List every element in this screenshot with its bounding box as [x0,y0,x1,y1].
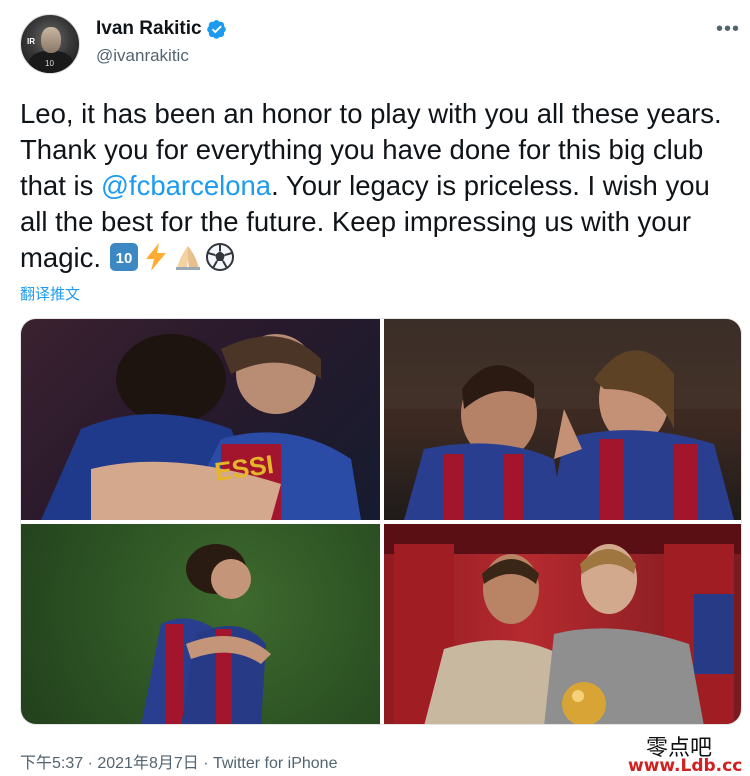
folded-hands-icon [175,246,200,270]
keycap-ten-icon: 10 [109,243,138,271]
tweet-timestamp[interactable]: 下午5:37 · 2021年8月7日 · Twitter for iPhone [20,749,337,773]
photo-messi-rakitic-match[interactable] [384,319,741,520]
soccer-ball-icon [205,243,234,271]
watermark-url: www.Ldb.cc [628,756,743,776]
author-names: Ivan Rakitic @ivanrakitic [96,18,227,66]
author-display-name-text[interactable]: Ivan Rakitic [96,18,202,40]
photo-messi-rakitic-locker-room[interactable] [384,524,741,724]
photo-pitch-art [141,544,271,724]
photo-hug-art: ESSI [41,334,361,520]
photo-locker-art [384,524,741,724]
avatar[interactable]: IR 10 [20,14,80,74]
more-options-icon[interactable]: ••• [716,19,740,39]
verified-badge-icon [206,20,226,39]
avatar-face [41,27,61,53]
translate-tweet-link[interactable]: 翻译推文 [20,283,80,304]
photo-match-art [384,319,741,520]
photo-messi-rakitic-hug[interactable]: ESSI [21,319,380,520]
media-grid: ESSI [20,318,742,725]
photo-messi-rakitic-pitch-hug[interactable] [21,524,380,724]
author-handle[interactable]: @ivanrakitic [96,46,227,66]
tweet-text: Leo, it has been an honor to play with y… [20,96,735,276]
tweet-header: IR 10 Ivan Rakitic @ivanrakitic ••• [20,14,740,74]
svg-text:10: 10 [115,250,132,267]
author-display-name[interactable]: Ivan Rakitic [96,18,227,40]
high-voltage-icon [145,243,166,271]
avatar-number: 10 [45,59,54,68]
mention-link[interactable]: @fcbarcelona [101,170,271,201]
avatar-initials: IR [27,37,35,46]
